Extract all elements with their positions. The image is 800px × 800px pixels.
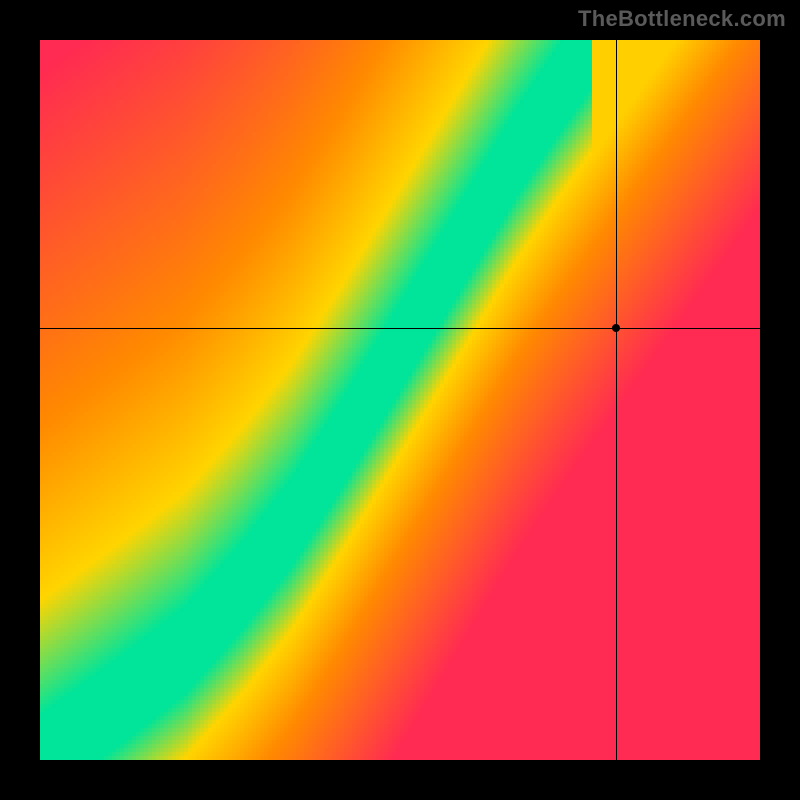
- watermark-label: TheBottleneck.com: [578, 6, 786, 32]
- crosshair-vertical: [616, 40, 617, 760]
- selected-point-marker: [612, 324, 620, 332]
- bottleneck-heatmap: [40, 40, 760, 760]
- crosshair-horizontal: [40, 328, 760, 329]
- heatmap-canvas: [40, 40, 760, 760]
